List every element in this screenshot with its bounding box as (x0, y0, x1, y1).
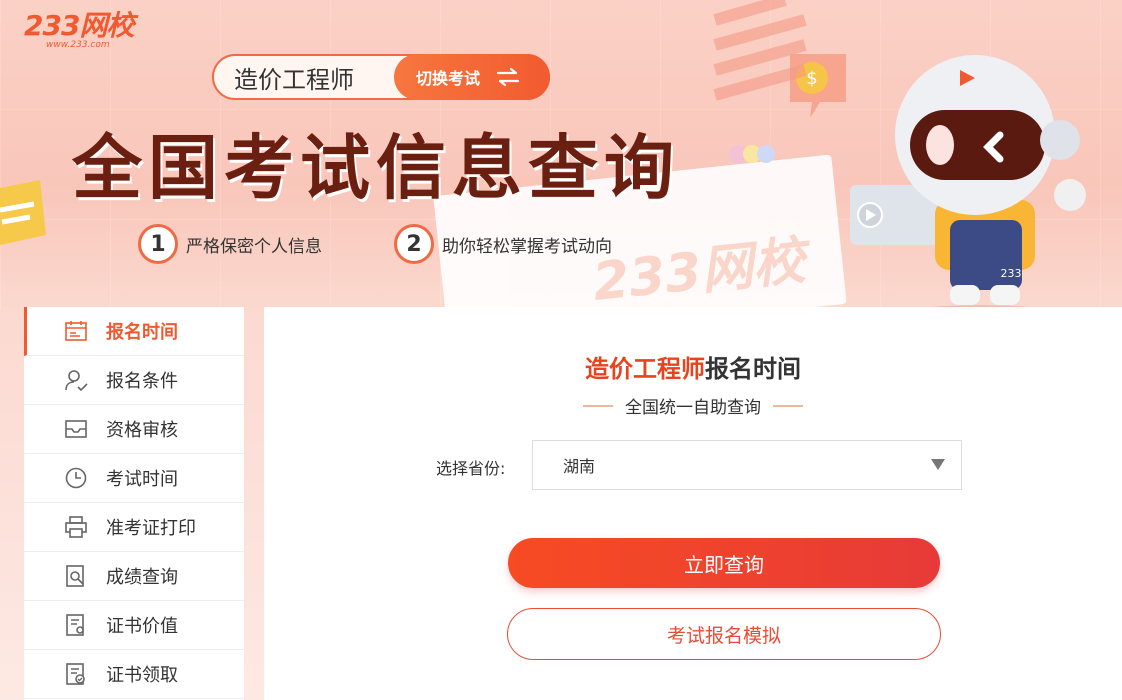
query-panel: 造价工程师报名时间 全国统一自助查询 选择省份: 湖南 立即查询 考试报名模拟 (264, 307, 1122, 700)
sidebar-item-label: 报名条件 (106, 371, 178, 392)
panel-title-rest: 报名时间 (705, 355, 801, 383)
feature-2-number: 2 (394, 224, 434, 264)
switch-exam-button[interactable]: 切换考试 (394, 54, 550, 100)
dots-decoration (729, 145, 775, 163)
province-select[interactable]: 湖南 (532, 440, 962, 490)
sidebar-item-label: 准考证打印 (106, 518, 196, 539)
sidebar-item-registration-time[interactable]: 报名时间 (24, 307, 244, 356)
panel-subtitle: 全国统一自助查询 (264, 393, 1122, 418)
feature-2: 2 助你轻松掌握考试动向 (394, 224, 612, 264)
sidebar-item-label: 报名时间 (106, 322, 178, 343)
feature-1: 1 严格保密个人信息 (138, 224, 322, 264)
current-exam-name: 造价工程师 (234, 65, 354, 94)
switch-exam-label: 切换考试 (416, 69, 481, 88)
divider-left (583, 404, 613, 407)
feature-1-number: 1 (138, 224, 178, 264)
certificate-icon (66, 614, 84, 636)
sidebar-item-label: 考试时间 (106, 469, 178, 490)
inbox-icon (65, 420, 87, 438)
panel-title-exam: 造价工程师 (585, 355, 705, 383)
sidebar-item-qualification-review[interactable]: 资格审核 (24, 405, 244, 454)
user-check-icon (65, 370, 88, 392)
page-title: 全国考试信息查询 (72, 127, 680, 209)
province-label: 选择省份: (436, 459, 506, 478)
sidebar-item-label: 资格审核 (106, 420, 178, 441)
sidebar: 报名时间 报名条件 资格审核 考试时间 准考证打印 成绩查询 证书价值 证书领取 (24, 307, 244, 700)
query-now-button[interactable]: 立即查询 (508, 538, 940, 588)
logo-text: 233网校 (24, 9, 134, 42)
calendar-icon (65, 321, 87, 341)
chevron-down-icon (931, 459, 945, 470)
sidebar-item-admission-print[interactable]: 准考证打印 (24, 503, 244, 552)
sidebar-item-label: 证书价值 (106, 616, 178, 637)
certificate-check-icon (66, 663, 85, 685)
svg-text:233: 233 (1001, 267, 1022, 280)
printer-icon (65, 516, 87, 538)
sidebar-item-label: 成绩查询 (106, 567, 178, 588)
panel-title: 造价工程师报名时间 (264, 349, 1122, 384)
sidebar-item-requirements[interactable]: 报名条件 (24, 356, 244, 405)
province-selected-value: 湖南 (563, 457, 596, 476)
chat-bubble-icon (0, 180, 46, 245)
panel-subtitle-text: 全国统一自助查询 (625, 398, 761, 418)
divider-right (773, 404, 803, 407)
decorative-stripes (713, 0, 807, 101)
sidebar-item-score-query[interactable]: 成绩查询 (24, 552, 244, 601)
clock-icon (65, 467, 87, 489)
simulate-registration-button[interactable]: 考试报名模拟 (507, 608, 941, 660)
sidebar-item-exam-time[interactable]: 考试时间 (24, 454, 244, 503)
swap-arrows-icon (496, 67, 520, 87)
current-exam-pill: 造价工程师 切换考试 (212, 54, 550, 100)
sidebar-item-label: 证书领取 (106, 665, 178, 686)
feature-2-text: 助你轻松掌握考试动向 (442, 236, 612, 257)
search-doc-icon (66, 565, 84, 587)
logo[interactable]: 233网校 www.233.com (24, 4, 134, 50)
feature-1-text: 严格保密个人信息 (186, 236, 322, 257)
sidebar-item-certificate-collect[interactable]: 证书领取 (24, 650, 244, 699)
robot-mascot-icon: 233 (850, 55, 1086, 310)
header-banner: 233网校 www.233.com 233网校 造价工程师 切换考试 全国考试信… (0, 0, 1122, 310)
sidebar-item-certificate-value[interactable]: 证书价值 (24, 601, 244, 650)
watermark-logo: 233网校 (590, 231, 808, 310)
